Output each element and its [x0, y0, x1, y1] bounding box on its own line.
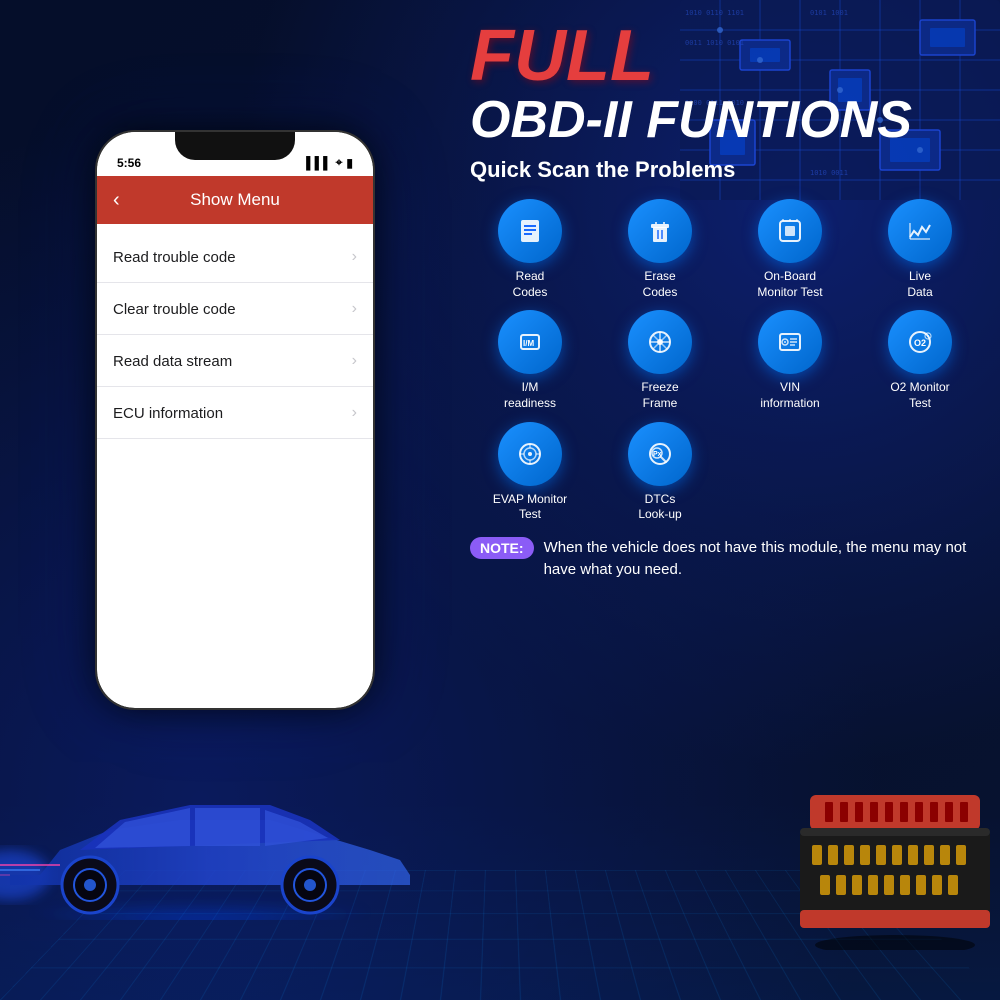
svg-text:I/M: I/M: [523, 339, 534, 348]
menu-item-read-trouble[interactable]: Read trouble code ›: [97, 232, 373, 283]
function-evap-monitor: EVAP MonitorTest: [470, 422, 590, 523]
read-codes-icon: [498, 199, 562, 263]
phone-notch: [175, 132, 295, 160]
menu-item-clear-trouble[interactable]: Clear trouble code ›: [97, 284, 373, 335]
chevron-icon: ›: [352, 352, 357, 370]
live-data-icon: [888, 199, 952, 263]
phone-time: 5:56: [117, 156, 141, 170]
menu-item-read-data-label: Read data stream: [113, 353, 232, 370]
left-panel: 5:56 ▌▌▌ ⌖ ▮ ‹ Show Menu Read trouble co…: [0, 0, 470, 780]
menu-item-read-data[interactable]: Read data stream ›: [97, 336, 373, 387]
im-readiness-label: I/Mreadiness: [504, 380, 556, 411]
title-full: FULL: [470, 20, 980, 92]
chevron-icon: ›: [352, 248, 357, 266]
evap-monitor-label: EVAP MonitorTest: [493, 492, 567, 523]
evap-monitor-icon: [498, 422, 562, 486]
function-live-data: LiveData: [860, 199, 980, 300]
vin-info-icon: [758, 310, 822, 374]
right-panel: FULL OBD-II FUNTIONS Quick Scan the Prob…: [460, 0, 1000, 900]
phone-screen: 5:56 ▌▌▌ ⌖ ▮ ‹ Show Menu Read trouble co…: [97, 132, 373, 708]
function-freeze-frame: FreezeFrame: [600, 310, 720, 411]
erase-codes-label: EraseCodes: [643, 269, 678, 300]
phone-back-button[interactable]: ‹: [113, 189, 120, 212]
function-onboard-monitor: On-BoardMonitor Test: [730, 199, 850, 300]
dtcs-lookup-icon: Px: [628, 422, 692, 486]
phone-mockup: 5:56 ▌▌▌ ⌖ ▮ ‹ Show Menu Read trouble co…: [95, 130, 375, 710]
freeze-frame-label: FreezeFrame: [641, 380, 678, 411]
live-data-label: LiveData: [907, 269, 932, 300]
phone-header-title: Show Menu: [190, 190, 280, 210]
functions-grid: ReadCodes EraseCodes: [470, 199, 980, 411]
title-obd: OBD-II FUNTIONS: [470, 92, 980, 149]
functions-row2: EVAP MonitorTest Px DTCsLook-up: [470, 422, 980, 523]
o2-monitor-icon: O2: [888, 310, 952, 374]
phone-header: ‹ Show Menu: [97, 176, 373, 224]
vin-info-label: VINinformation: [760, 380, 819, 411]
battery-icon: ▮: [346, 156, 353, 170]
menu-group: Read trouble code › Clear trouble code ›…: [97, 232, 373, 439]
function-vin-info: VINinformation: [730, 310, 850, 411]
erase-codes-icon: [628, 199, 692, 263]
freeze-frame-icon: [628, 310, 692, 374]
wifi-icon: ⌖: [336, 155, 343, 170]
chevron-icon: ›: [352, 404, 357, 422]
phone-menu-list: Read trouble code › Clear trouble code ›…: [97, 232, 373, 439]
note-text: When the vehicle does not have this modu…: [544, 537, 980, 582]
phone-status-icons: ▌▌▌ ⌖ ▮: [306, 155, 353, 170]
function-o2-monitor: O2 O2 MonitorTest: [860, 310, 980, 411]
signal-icon: ▌▌▌: [306, 156, 332, 170]
im-readiness-icon: I/M: [498, 310, 562, 374]
menu-item-clear-trouble-label: Clear trouble code: [113, 301, 236, 318]
read-codes-label: ReadCodes: [513, 269, 548, 300]
svg-text:O2: O2: [914, 338, 926, 348]
chevron-icon: ›: [352, 300, 357, 318]
menu-item-ecu-label: ECU information: [113, 405, 223, 422]
note-badge: NOTE:: [470, 537, 534, 559]
menu-item-read-trouble-label: Read trouble code: [113, 249, 236, 266]
title-subtitle: Quick Scan the Problems: [470, 157, 980, 183]
o2-monitor-label: O2 MonitorTest: [890, 380, 949, 411]
obd-connector: [790, 780, 990, 940]
function-erase-codes: EraseCodes: [600, 199, 720, 300]
dtcs-lookup-label: DTCsLook-up: [638, 492, 681, 523]
note-box: NOTE: When the vehicle does not have thi…: [470, 537, 980, 582]
function-dtcs-lookup: Px DTCsLook-up: [600, 422, 720, 523]
function-im-readiness: I/M I/Mreadiness: [470, 310, 590, 411]
onboard-monitor-icon: [758, 199, 822, 263]
svg-text:Px: Px: [653, 451, 662, 458]
menu-item-ecu[interactable]: ECU information ›: [97, 388, 373, 439]
onboard-monitor-label: On-BoardMonitor Test: [757, 269, 822, 300]
function-read-codes: ReadCodes: [470, 199, 590, 300]
